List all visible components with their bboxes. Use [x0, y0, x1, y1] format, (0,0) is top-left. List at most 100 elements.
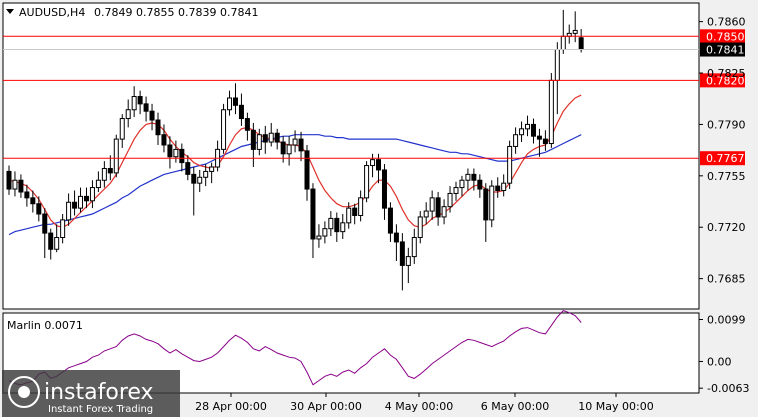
candle-body-bull: [101, 167, 107, 181]
level-label: 0.7767: [706, 152, 745, 165]
candle-body-bear: [387, 207, 393, 234]
candle-body-bull: [519, 128, 525, 136]
candle-body-bull: [370, 159, 376, 167]
y-tick-label: 0.7825: [707, 67, 746, 80]
candle-body-bull: [364, 165, 370, 199]
candle-body-bull: [346, 207, 352, 224]
candle-body-bear: [352, 207, 358, 216]
candle-body-bull: [560, 35, 566, 51]
x-tick-label: 28 Apr 00:00: [195, 400, 267, 413]
candle-body-bull: [447, 192, 453, 208]
watermark-brand: instaforex: [44, 380, 154, 405]
candle-body-bull: [316, 235, 322, 240]
candle-body-bear: [393, 232, 399, 243]
candle-body-bull: [89, 187, 95, 202]
candle-body-bull: [54, 237, 60, 250]
candle-body-bear: [191, 173, 197, 184]
candle-body-bear: [471, 173, 477, 181]
candle-body-bull: [286, 144, 292, 155]
candle-body-bull: [429, 197, 435, 212]
candle-body-bear: [244, 118, 250, 131]
candle-body-bear: [477, 179, 483, 190]
candle-body-bear: [262, 134, 268, 143]
symbol-header: AUDUSD,H4 0.7849 0.7855 0.7839 0.7841: [6, 6, 258, 19]
watermark-tagline: Instant Forex Trading: [48, 404, 153, 415]
candle-body-bull: [358, 197, 364, 216]
y-tick-label: 0.7790: [707, 118, 746, 131]
candle-body-bear: [530, 123, 536, 137]
candle-body-bull: [453, 187, 459, 194]
x-tick-label: 4 May 00:00: [385, 400, 453, 413]
candle-body-bear: [381, 169, 387, 209]
y-tick-label: 0.7720: [707, 221, 746, 234]
candle-body-bear: [250, 129, 256, 150]
candle-body-bear: [578, 37, 584, 51]
candle-body-bull: [548, 79, 554, 145]
candle-body-bull: [554, 49, 560, 81]
candle: [221, 103, 227, 154]
candle-body-bull: [227, 97, 233, 111]
candle-body-bull: [340, 222, 346, 233]
main-plot-area[interactable]: [2, 2, 700, 310]
candle-body-bull: [423, 210, 429, 218]
candle-body-bull: [131, 96, 137, 111]
candle-body-bear: [48, 232, 54, 250]
candle-body-bull: [173, 148, 179, 158]
chart-canvas[interactable]: 0.78500.78200.77670.7841 0.78600.78250.7…: [0, 0, 758, 417]
candle-body-bear: [42, 213, 48, 234]
candle-body-bull: [292, 138, 298, 146]
logo-core: [18, 386, 30, 398]
candle-body-bear: [536, 135, 542, 140]
candle-body-bear: [376, 159, 382, 171]
candle-body-bear: [334, 217, 340, 233]
indicator-label: Marlin 0.0071: [7, 319, 83, 332]
candle-body-bear: [143, 103, 149, 112]
candle-body-bear: [310, 188, 316, 240]
candle-body-bull: [12, 179, 18, 190]
candle-body-bear: [435, 197, 441, 218]
candle-body-bear: [6, 170, 12, 190]
candle-body-bear: [24, 191, 30, 199]
candle-body-bull: [322, 228, 328, 237]
candle: [548, 73, 554, 148]
x-tick-label: 6 May 00:00: [481, 400, 549, 413]
osc-tick-label: 0.00: [707, 355, 732, 368]
ohlc-values: 0.7849 0.7855 0.7839 0.7841: [94, 6, 258, 19]
candle-body-bear: [167, 144, 173, 158]
time-axis: 28 Apr 00:00 30 Apr 00:00 4 May 00:00 6 May…: [195, 393, 654, 413]
y-tick-label: 0.7755: [707, 170, 746, 183]
candle-body-bull: [197, 176, 203, 184]
candle-body-bull: [95, 179, 101, 189]
candle-body-bear: [399, 241, 405, 266]
candle-body-bull: [328, 217, 334, 230]
candle-body-bear: [495, 185, 501, 192]
symbol-label: AUDUSD,H4: [19, 6, 85, 19]
candle-body-bear: [149, 110, 155, 121]
candle-body-bull: [465, 173, 471, 181]
candle-body-bear: [179, 148, 185, 164]
candle-body-bull: [507, 145, 513, 184]
candle-body-bull: [525, 123, 531, 130]
candle-body-bear: [30, 197, 36, 205]
x-tick-label: 30 Apr 00:00: [290, 400, 362, 413]
candle-body-bear: [161, 134, 167, 146]
candle-body-bull: [221, 109, 227, 150]
candle-body-bear: [238, 104, 244, 120]
candle-body-bull: [60, 219, 66, 239]
candle-body-bear: [72, 201, 78, 209]
candle-body-bear: [304, 150, 310, 190]
candle-body-bear: [232, 97, 238, 106]
candle-body-bull: [489, 185, 495, 221]
candle-body-bull: [119, 118, 125, 140]
osc-tick-label: 0.0099: [707, 314, 746, 327]
candle-body-bear: [542, 138, 548, 145]
candle-body-bear: [298, 138, 304, 152]
candle-body-bull: [125, 109, 131, 120]
candle: [113, 134, 119, 178]
candle-body-bull: [441, 206, 447, 218]
watermark: instaforex Instant Forex Trading: [2, 370, 180, 417]
candle-body-bear: [483, 188, 489, 221]
candle-body-bull: [209, 166, 215, 172]
candle-body-bear: [274, 132, 280, 143]
candle-body-bull: [203, 170, 209, 178]
